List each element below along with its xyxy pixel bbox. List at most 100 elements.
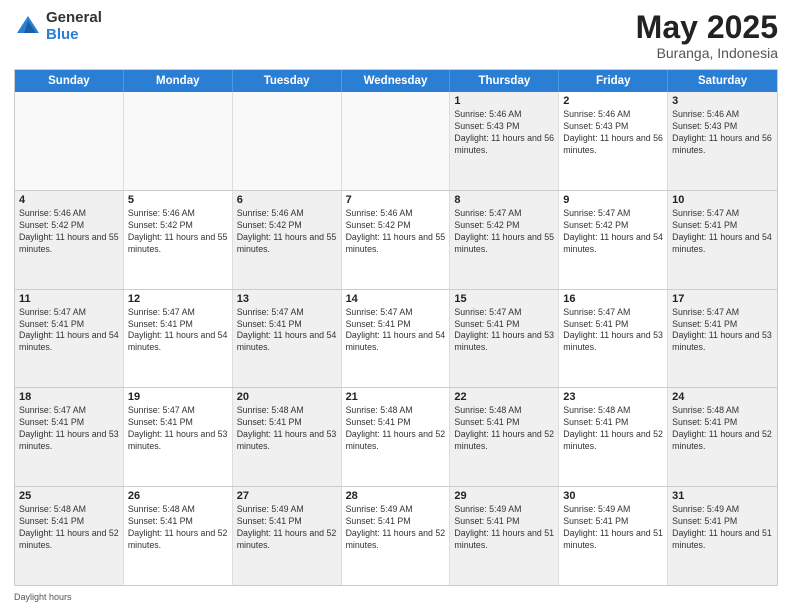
calendar-cell: 28 Sunrise: 5:49 AMSunset: 5:41 PMDayligh… bbox=[342, 487, 451, 585]
calendar-cell: 21 Sunrise: 5:48 AMSunset: 5:41 PMDayligh… bbox=[342, 388, 451, 486]
calendar-cell: 10Sunrise: 5:47 AMSunset: 5:41 PMDayligh… bbox=[668, 191, 777, 289]
logo: General Blue bbox=[14, 10, 102, 43]
day-number: 24 bbox=[672, 391, 773, 403]
calendar-cell: 26Sunrise: 5:48 AMSunset: 5:41 PMDayligh… bbox=[124, 487, 233, 585]
day-number: 13 bbox=[237, 293, 337, 305]
logo-blue: Blue bbox=[46, 27, 102, 44]
day-number: 6 bbox=[237, 194, 337, 206]
daylight-label: Daylight hours bbox=[14, 592, 72, 602]
day-number: 23 bbox=[563, 391, 663, 403]
calendar-cell: 12 Sunrise: 5:47 AMSunset: 5:41 PMDayligh… bbox=[124, 290, 233, 388]
day-number: 12 bbox=[128, 293, 228, 305]
day-detail: Sunrise: 5:49 AMSunset: 5:41 PMDaylight:… bbox=[346, 504, 446, 552]
day-detail: Sunrise: 5:47 AMSunset: 5:41 PMDaylight:… bbox=[128, 307, 228, 355]
day-detail: Sunrise: 5:47 AMSunset: 5:41 PMDaylight:… bbox=[237, 307, 337, 355]
logo-general: General bbox=[46, 10, 102, 27]
calendar-cell: 11 Sunrise: 5:47 AMSunset: 5:41 PMDayligh… bbox=[15, 290, 124, 388]
day-detail: Sunrise: 5:48 AMSunset: 5:41 PMDaylight:… bbox=[128, 504, 228, 552]
day-number: 8 bbox=[454, 194, 554, 206]
day-number: 21 bbox=[346, 391, 446, 403]
calendar-cell: 27Sunrise: 5:49 AMSunset: 5:41 PMDayligh… bbox=[233, 487, 342, 585]
day-detail: Sunrise: 5:46 AMSunset: 5:42 PMDaylight:… bbox=[19, 208, 119, 256]
day-detail: Sunrise: 5:47 AMSunset: 5:41 PMDaylight:… bbox=[672, 208, 773, 256]
calendar-cell: 23 Sunrise: 5:48 AMSunset: 5:41 PMDayligh… bbox=[559, 388, 668, 486]
logo-text: General Blue bbox=[46, 10, 102, 43]
day-detail: Sunrise: 5:46 AMSunset: 5:42 PMDaylight:… bbox=[346, 208, 446, 256]
calendar-cell: 13 Sunrise: 5:47 AMSunset: 5:41 PMDayligh… bbox=[233, 290, 342, 388]
calendar-cell bbox=[15, 92, 124, 190]
calendar-cell: 20 Sunrise: 5:48 AMSunset: 5:41 PMDayligh… bbox=[233, 388, 342, 486]
calendar-body: 1 Sunrise: 5:46 AMSunset: 5:43 PMDaylight… bbox=[15, 92, 777, 585]
logo-icon bbox=[14, 13, 42, 41]
calendar-cell: 5 Sunrise: 5:46 AMSunset: 5:42 PMDaylight… bbox=[124, 191, 233, 289]
day-detail: Sunrise: 5:49 AMSunset: 5:41 PMDaylight:… bbox=[454, 504, 554, 552]
title-block: May 2025 Buranga, Indonesia bbox=[636, 10, 778, 61]
day-detail: Sunrise: 5:47 AMSunset: 5:41 PMDaylight:… bbox=[563, 307, 663, 355]
calendar-week-1: 1 Sunrise: 5:46 AMSunset: 5:43 PMDaylight… bbox=[15, 92, 777, 191]
day-detail: Sunrise: 5:47 AMSunset: 5:42 PMDaylight:… bbox=[454, 208, 554, 256]
day-number: 1 bbox=[454, 95, 554, 107]
title-location: Buranga, Indonesia bbox=[636, 45, 778, 61]
day-detail: Sunrise: 5:46 AMSunset: 5:43 PMDaylight:… bbox=[672, 109, 773, 157]
calendar-cell: 2Sunrise: 5:46 AMSunset: 5:43 PMDaylight… bbox=[559, 92, 668, 190]
day-detail: Sunrise: 5:47 AMSunset: 5:41 PMDaylight:… bbox=[19, 405, 119, 453]
day-detail: Sunrise: 5:48 AMSunset: 5:41 PMDaylight:… bbox=[346, 405, 446, 453]
calendar-week-3: 11 Sunrise: 5:47 AMSunset: 5:41 PMDayligh… bbox=[15, 290, 777, 389]
calendar-cell bbox=[124, 92, 233, 190]
calendar-cell: 25Sunrise: 5:48 AMSunset: 5:41 PMDayligh… bbox=[15, 487, 124, 585]
day-number: 29 bbox=[454, 490, 554, 502]
calendar-cell: 31Sunrise: 5:49 AMSunset: 5:41 PMDayligh… bbox=[668, 487, 777, 585]
calendar-cell: 8 Sunrise: 5:47 AMSunset: 5:42 PMDaylight… bbox=[450, 191, 559, 289]
header-cell-saturday: Saturday bbox=[668, 70, 777, 92]
calendar-cell bbox=[342, 92, 451, 190]
header-cell-sunday: Sunday bbox=[15, 70, 124, 92]
calendar-week-5: 25 Sunrise: 5:48 AMSunset: 5:41 PMDayligh… bbox=[15, 487, 777, 585]
day-detail: Sunrise: 5:47 AMSunset: 5:41 PMDaylight:… bbox=[672, 307, 773, 355]
calendar-header: SundayMondayTuesdayWednesdayThursdayFrid… bbox=[15, 70, 777, 92]
header: General Blue May 2025 Buranga, Indonesia bbox=[14, 10, 778, 61]
day-number: 25 bbox=[19, 490, 119, 502]
calendar-cell: 16Sunrise: 5:47 AMSunset: 5:41 PMDayligh… bbox=[559, 290, 668, 388]
header-cell-wednesday: Wednesday bbox=[342, 70, 451, 92]
calendar-cell: 17 Sunrise: 5:47 AMSunset: 5:41 PMDayligh… bbox=[668, 290, 777, 388]
day-number: 15 bbox=[454, 293, 554, 305]
day-detail: Sunrise: 5:46 AMSunset: 5:42 PMDaylight:… bbox=[128, 208, 228, 256]
header-cell-monday: Monday bbox=[124, 70, 233, 92]
footer: Daylight hours bbox=[14, 592, 778, 602]
header-cell-friday: Friday bbox=[559, 70, 668, 92]
day-detail: Sunrise: 5:48 AMSunset: 5:41 PMDaylight:… bbox=[563, 405, 663, 453]
day-detail: Sunrise: 5:47 AMSunset: 5:42 PMDaylight:… bbox=[563, 208, 663, 256]
day-number: 20 bbox=[237, 391, 337, 403]
day-number: 22 bbox=[454, 391, 554, 403]
calendar-cell: 7Sunrise: 5:46 AMSunset: 5:42 PMDaylight… bbox=[342, 191, 451, 289]
calendar: SundayMondayTuesdayWednesdayThursdayFrid… bbox=[14, 69, 778, 586]
day-detail: Sunrise: 5:48 AMSunset: 5:41 PMDaylight:… bbox=[454, 405, 554, 453]
day-detail: Sunrise: 5:47 AMSunset: 5:41 PMDaylight:… bbox=[19, 307, 119, 355]
calendar-cell: 19 Sunrise: 5:47 AMSunset: 5:41 PMDayligh… bbox=[124, 388, 233, 486]
day-number: 28 bbox=[346, 490, 446, 502]
day-number: 17 bbox=[672, 293, 773, 305]
day-detail: Sunrise: 5:47 AMSunset: 5:41 PMDaylight:… bbox=[128, 405, 228, 453]
calendar-cell: 6 Sunrise: 5:46 AMSunset: 5:42 PMDaylight… bbox=[233, 191, 342, 289]
day-detail: Sunrise: 5:46 AMSunset: 5:42 PMDaylight:… bbox=[237, 208, 337, 256]
page: General Blue May 2025 Buranga, Indonesia… bbox=[0, 0, 792, 612]
day-number: 14 bbox=[346, 293, 446, 305]
day-number: 19 bbox=[128, 391, 228, 403]
day-number: 11 bbox=[19, 293, 119, 305]
calendar-cell bbox=[233, 92, 342, 190]
day-number: 31 bbox=[672, 490, 773, 502]
day-detail: Sunrise: 5:49 AMSunset: 5:41 PMDaylight:… bbox=[563, 504, 663, 552]
day-number: 18 bbox=[19, 391, 119, 403]
day-number: 4 bbox=[19, 194, 119, 206]
day-detail: Sunrise: 5:48 AMSunset: 5:41 PMDaylight:… bbox=[237, 405, 337, 453]
day-number: 5 bbox=[128, 194, 228, 206]
calendar-cell: 14Sunrise: 5:47 AMSunset: 5:41 PMDayligh… bbox=[342, 290, 451, 388]
day-detail: Sunrise: 5:46 AMSunset: 5:43 PMDaylight:… bbox=[563, 109, 663, 157]
calendar-cell: 15Sunrise: 5:47 AMSunset: 5:41 PMDayligh… bbox=[450, 290, 559, 388]
calendar-cell: 3Sunrise: 5:46 AMSunset: 5:43 PMDaylight… bbox=[668, 92, 777, 190]
calendar-cell: 9Sunrise: 5:47 AMSunset: 5:42 PMDaylight… bbox=[559, 191, 668, 289]
day-detail: Sunrise: 5:48 AMSunset: 5:41 PMDaylight:… bbox=[672, 405, 773, 453]
title-month: May 2025 bbox=[636, 10, 778, 45]
calendar-cell: 1Sunrise: 5:46 AMSunset: 5:43 PMDaylight… bbox=[450, 92, 559, 190]
calendar-cell: 18 Sunrise: 5:47 AMSunset: 5:41 PMDayligh… bbox=[15, 388, 124, 486]
